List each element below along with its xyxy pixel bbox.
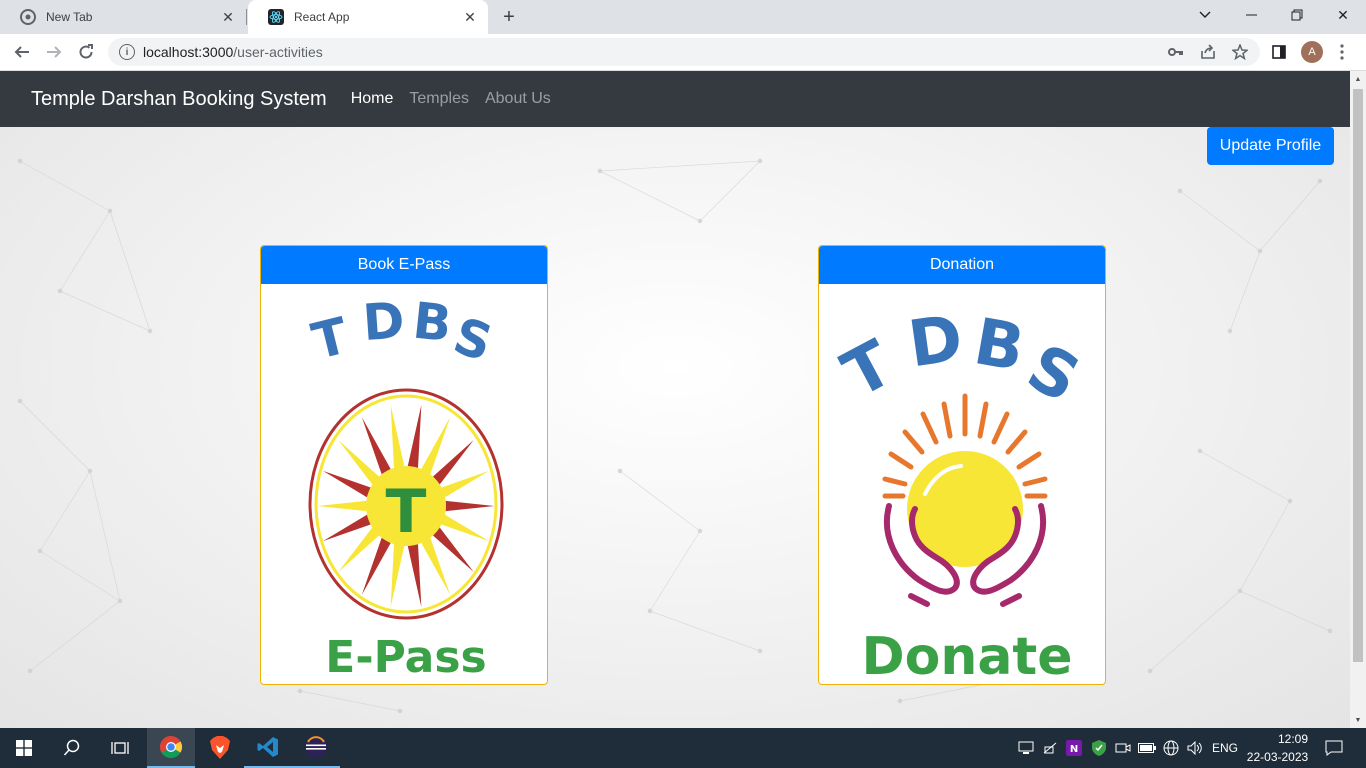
tab-new-tab[interactable]: New Tab ✕ — [0, 0, 246, 34]
reload-icon[interactable] — [72, 38, 100, 66]
sun-ray — [407, 544, 422, 608]
logo-letter: B — [410, 291, 454, 353]
chrome-taskbar-icon[interactable] — [147, 728, 195, 768]
windows-taskbar: N ENG 12:09 22-03-2023 — [0, 728, 1366, 768]
new-tab-plus-icon[interactable]: + — [498, 6, 520, 28]
network-background-pattern — [17, 158, 1333, 714]
bookmark-star-icon[interactable] — [1229, 41, 1251, 63]
battery-icon[interactable] — [1138, 739, 1156, 757]
site-info-icon[interactable]: i — [119, 44, 135, 60]
key-icon[interactable] — [1165, 41, 1187, 63]
chrome-icon — [20, 9, 36, 25]
page-scrollbar[interactable]: ▲ ▼ — [1350, 71, 1366, 728]
react-icon — [268, 9, 284, 25]
svg-text:N: N — [1070, 744, 1078, 755]
logo-letter: S — [447, 306, 499, 372]
meet-now-icon[interactable] — [1114, 739, 1132, 757]
address-bar[interactable]: i localhost:3000/user-activities — [108, 38, 1260, 66]
security-shield-icon[interactable] — [1090, 739, 1108, 757]
logo-letter: D — [361, 291, 406, 352]
volume-icon[interactable] — [1186, 739, 1204, 757]
nav-link-home[interactable]: Home — [351, 90, 394, 108]
restore-icon[interactable] — [1274, 0, 1320, 30]
minimize-icon[interactable] — [1228, 0, 1274, 30]
tdbs-donate-logo[interactable]: T D B S Donate — [819, 284, 1105, 684]
side-panel-icon[interactable] — [1268, 41, 1290, 63]
tab-title: New Tab — [46, 10, 93, 24]
tab-search-chevron-icon[interactable] — [1182, 0, 1228, 30]
back-arrow-icon[interactable] — [8, 38, 36, 66]
logo-letter: D — [904, 302, 967, 383]
clock-date[interactable]: 22-03-2023 — [1245, 750, 1310, 764]
sun-ray — [441, 514, 490, 542]
tab-react-app[interactable]: React App ✕ — [248, 0, 488, 34]
sun-ray — [390, 544, 405, 608]
close-tab-icon[interactable]: ✕ — [460, 7, 480, 27]
globe-network-icon[interactable] — [1162, 739, 1180, 757]
logo-caption: E-Pass — [325, 632, 486, 683]
scroll-up-arrow-icon[interactable]: ▲ — [1350, 71, 1366, 87]
profile-avatar[interactable]: A — [1301, 41, 1323, 63]
browser-tab-strip: New Tab ✕ React App ✕ + ✕ — [0, 0, 1366, 34]
scroll-down-arrow-icon[interactable]: ▼ — [1350, 712, 1366, 728]
nav-link-temples[interactable]: Temples — [409, 90, 469, 108]
sun-ray — [322, 514, 371, 542]
close-window-icon[interactable]: ✕ — [1320, 0, 1366, 30]
logo-caption: Donate — [861, 627, 1072, 684]
book-epass-card[interactable]: Book E-Pass T D B S T E-Pass — [260, 245, 548, 685]
sun-ray — [441, 470, 490, 498]
browser-toolbar: i localhost:3000/user-activities A — [0, 34, 1366, 71]
computer-tray-icon[interactable] — [1017, 739, 1035, 757]
scrollbar-thumb[interactable] — [1353, 89, 1363, 662]
task-view-icon[interactable] — [96, 728, 144, 768]
url-text: localhost:3000/user-activities — [143, 44, 323, 60]
vscode-taskbar-icon[interactable] — [244, 728, 292, 768]
page-content: Temple Darshan Booking System Home Templ… — [0, 71, 1350, 728]
card-header[interactable]: Book E-Pass — [261, 246, 547, 284]
card-header[interactable]: Donation — [819, 246, 1105, 284]
logo-center-letter: T — [386, 477, 427, 547]
chrome-menu-icon[interactable] — [1331, 41, 1353, 63]
language-indicator[interactable]: ENG — [1212, 741, 1238, 755]
close-tab-icon[interactable]: ✕ — [218, 7, 238, 27]
tab-title: React App — [294, 10, 350, 24]
network-tray-icon[interactable] — [1041, 739, 1059, 757]
navbar-brand[interactable]: Temple Darshan Booking System — [31, 88, 327, 111]
brave-taskbar-icon[interactable] — [196, 728, 244, 768]
notification-center-icon[interactable] — [1324, 739, 1344, 757]
onenote-tray-icon[interactable]: N — [1065, 739, 1083, 757]
share-icon[interactable] — [1197, 41, 1219, 63]
logo-letter: T — [831, 327, 905, 413]
windows-start-icon[interactable] — [0, 728, 48, 768]
eclipse-taskbar-icon[interactable] — [292, 728, 340, 768]
tab-divider — [246, 9, 247, 25]
sun-ray — [322, 470, 371, 498]
update-profile-button[interactable]: Update Profile — [1207, 127, 1334, 165]
search-icon[interactable] — [48, 728, 96, 768]
tdbs-epass-logo[interactable]: T D B S T E-Pass — [261, 284, 547, 684]
sun-ray — [445, 500, 495, 512]
site-navbar: Temple Darshan Booking System Home Templ… — [0, 71, 1350, 127]
donation-card[interactable]: Donation T D B S Donate — [818, 245, 1106, 685]
sun-ray — [317, 500, 367, 512]
forward-arrow-icon[interactable] — [40, 38, 68, 66]
sun-ray — [407, 404, 422, 468]
logo-letter: T — [306, 306, 353, 371]
logo-letter: B — [969, 305, 1030, 386]
clock-time[interactable]: 12:09 — [1263, 732, 1323, 746]
logo-letter: S — [1016, 331, 1091, 418]
nav-link-about-us[interactable]: About Us — [485, 90, 551, 108]
sun-ray — [390, 404, 405, 468]
